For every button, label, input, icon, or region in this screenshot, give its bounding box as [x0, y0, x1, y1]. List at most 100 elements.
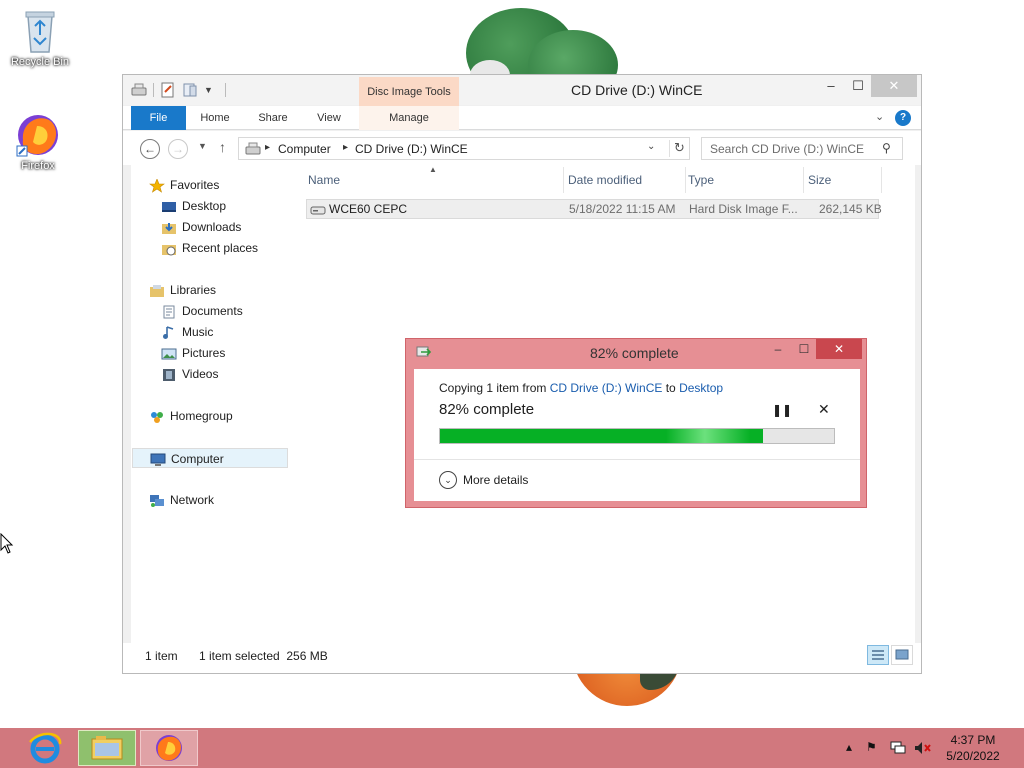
clock-time: 4:37 PM [950, 733, 996, 747]
taskbar-internet-explorer[interactable] [16, 730, 74, 766]
taskbar-file-explorer[interactable] [78, 730, 136, 766]
breadcrumb-arrow-icon[interactable]: ▸ [343, 142, 348, 153]
tree-item-downloads[interactable]: Downloads [161, 217, 241, 237]
file-type: Hard Disk Image F... [689, 202, 798, 216]
file-date: 5/18/2022 11:15 AM [569, 202, 676, 216]
more-details-button[interactable]: More details [463, 473, 528, 487]
expand-ribbon-icon[interactable]: ⌄ [875, 110, 884, 123]
desktop-icon-label: Firefox [21, 160, 55, 172]
tab-file[interactable]: File [131, 106, 186, 130]
homegroup-icon [149, 410, 165, 424]
refresh-icon[interactable]: ↻ [669, 140, 689, 157]
navigation-pane: Favorites Desktop Downloads Recent place… [131, 165, 291, 643]
recycle-bin-icon [25, 11, 55, 53]
tree-item-recent-places[interactable]: Recent places [161, 238, 258, 258]
volume-muted-icon[interactable] [914, 741, 932, 755]
table-row[interactable]: WCE60 CEPC 5/18/2022 11:15 AM Hard Disk … [306, 199, 882, 219]
tree-item-desktop[interactable]: Desktop [161, 196, 226, 216]
show-hidden-icons[interactable]: ▴ [846, 740, 852, 754]
firefox-icon [156, 735, 182, 761]
ribbon-tabs: File Home Share View Manage ⌄ ? [123, 106, 921, 130]
large-icons-view-icon [895, 649, 909, 660]
drive-icon [131, 83, 147, 96]
copy-progress-dialog: 82% complete ‒ ☐ ✕ Copying 1 item from C… [405, 338, 867, 508]
network-tray-icon[interactable] [890, 741, 906, 755]
file-explorer-icon [91, 736, 123, 760]
cancel-copy-button[interactable]: ✕ [818, 401, 830, 418]
up-button[interactable]: ↑ [219, 139, 226, 155]
address-bar[interactable]: ▸ Computer ▸ CD Drive (D:) WinCE ⌄ ↻ [238, 137, 690, 160]
music-icon [161, 326, 177, 340]
properties-icon[interactable] [160, 82, 176, 98]
documents-icon [161, 305, 177, 319]
chevron-down-icon[interactable]: ⌄ [439, 471, 457, 489]
network-icon [149, 494, 165, 508]
dialog-minimize-button[interactable]: ‒ [768, 339, 788, 359]
dialog-title: 82% complete [590, 345, 679, 361]
column-header-name[interactable]: Name [306, 167, 564, 193]
taskbar: ▴ ⚑ 4:37 PM 5/20/2022 [0, 728, 1024, 768]
taskbar-firefox[interactable] [140, 730, 198, 766]
file-name: WCE60 CEPC [329, 202, 408, 216]
navigation-bar: ← → ▼ ↑ ▸ Computer ▸ CD Drive (D:) WinCE… [123, 131, 921, 165]
tree-item-computer[interactable]: Computer [132, 448, 288, 468]
chevron-down-icon[interactable]: ▼ [204, 85, 213, 95]
tree-item-documents[interactable]: Documents [161, 301, 243, 321]
tree-item-homegroup[interactable]: Homegroup [149, 406, 233, 426]
column-header-size[interactable]: Size [806, 167, 882, 193]
tree-item-pictures[interactable]: Pictures [161, 343, 225, 363]
desktop-icon [161, 200, 177, 214]
breadcrumb-computer[interactable]: Computer [278, 142, 331, 156]
tree-item-network[interactable]: Network [149, 490, 214, 510]
source-link[interactable]: CD Drive (D:) WinCE [550, 381, 663, 395]
progress-bar [439, 428, 835, 444]
tab-share[interactable]: Share [251, 106, 295, 130]
forward-button[interactable]: → [168, 139, 188, 159]
destination-link[interactable]: Desktop [679, 381, 723, 395]
minimize-button[interactable]: ‒ [816, 75, 846, 97]
tree-item-favorites[interactable]: Favorites [149, 175, 219, 195]
copy-description: Copying 1 item from CD Drive (D:) WinCE … [439, 381, 724, 395]
dialog-title-bar[interactable]: 82% complete ‒ ☐ ✕ [406, 339, 866, 367]
firefox-icon [16, 115, 58, 157]
clock-date: 5/20/2022 [946, 749, 1000, 763]
title-bar[interactable]: ▼ Disc Image Tools CD Drive (D:) WinCE ‒… [123, 75, 921, 107]
details-view-button[interactable] [867, 645, 889, 665]
tab-manage[interactable]: Manage [359, 106, 459, 130]
tab-view[interactable]: View [309, 106, 349, 130]
progress-percent: 82% complete [439, 401, 535, 418]
tab-home[interactable]: Home [193, 106, 237, 130]
breadcrumb-cd-drive[interactable]: CD Drive (D:) WinCE [355, 142, 468, 156]
tree-item-libraries[interactable]: Libraries [149, 280, 216, 300]
desktop-icon-firefox[interactable]: Firefox [0, 112, 76, 172]
system-clock[interactable]: 4:37 PM 5/20/2022 [940, 732, 1006, 764]
dialog-maximize-button[interactable]: ☐ [794, 339, 814, 359]
dialog-close-button[interactable]: ✕ [816, 339, 862, 359]
back-button[interactable]: ← [140, 139, 160, 159]
tree-item-music[interactable]: Music [161, 322, 213, 342]
desktop-icon-recycle-bin[interactable]: Recycle Bin [2, 6, 78, 68]
recent-places-icon [161, 242, 177, 256]
action-center-flag-icon[interactable]: ⚑ [866, 740, 877, 754]
column-header-type[interactable]: Type [686, 167, 804, 193]
quick-access-toolbar: ▼ [131, 82, 226, 98]
recent-locations-icon[interactable]: ▼ [198, 141, 207, 151]
tree-item-videos[interactable]: Videos [161, 364, 218, 384]
address-dropdown-icon[interactable]: ⌄ [647, 141, 655, 152]
maximize-button[interactable]: ☐ [843, 75, 873, 97]
status-selection: 1 item selected 256 MB [199, 649, 328, 663]
close-button[interactable]: ✕ [871, 75, 917, 97]
search-placeholder: Search CD Drive (D:) WinCE [710, 142, 865, 156]
new-folder-icon[interactable] [182, 82, 198, 98]
search-input[interactable]: Search CD Drive (D:) WinCE ⚲ [701, 137, 903, 160]
status-item-count: 1 item [145, 649, 178, 663]
column-header-date[interactable]: Date modified [566, 167, 686, 193]
computer-icon [150, 453, 166, 467]
large-icons-view-button[interactable] [891, 645, 913, 665]
breadcrumb-arrow-icon[interactable]: ▸ [265, 142, 270, 153]
help-icon[interactable]: ? [895, 110, 911, 126]
pause-button[interactable]: ❚❚ [772, 403, 792, 417]
pictures-icon [161, 347, 177, 361]
search-icon[interactable]: ⚲ [882, 141, 891, 155]
disc-image-icon [310, 206, 326, 215]
